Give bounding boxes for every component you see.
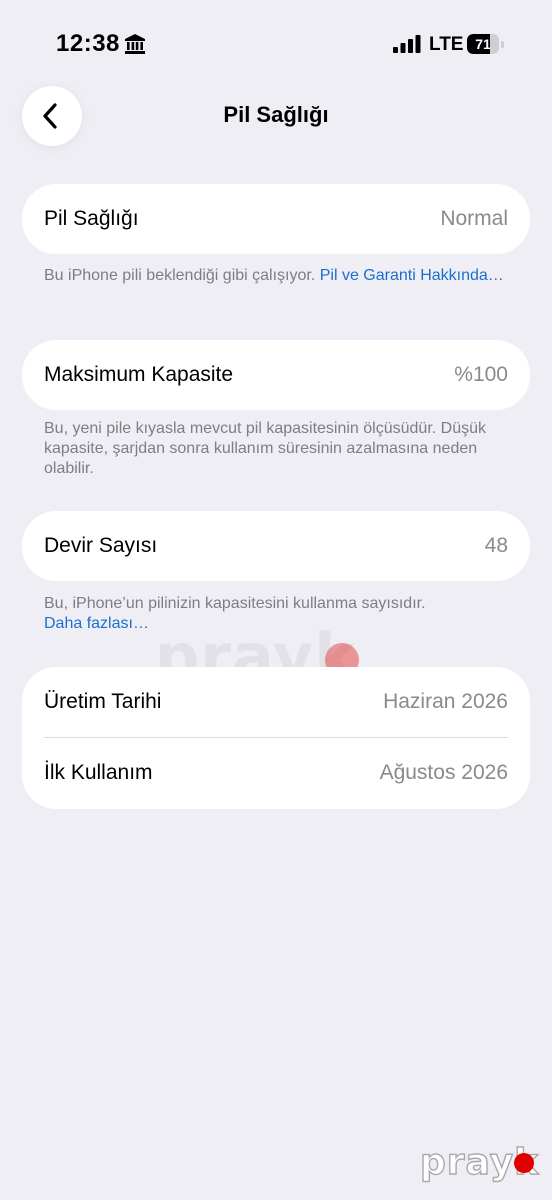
battery-health-footnote-text: Bu iPhone pili beklendiği gibi çalışıyor… (44, 267, 320, 284)
dates-card: Üretim Tarihi Haziran 2026 İlk Kullanım … (22, 667, 530, 809)
battery-health-value: Normal (440, 207, 508, 230)
battery-warranty-link[interactable]: Pil ve Garanti Hakkında… (320, 267, 504, 284)
battery-body: 71 (467, 34, 499, 54)
battery-cap (501, 41, 504, 48)
battery-health-card: Pil Sağlığı Normal (22, 184, 530, 254)
manufacture-date-value: Haziran 2026 (383, 690, 508, 713)
learn-more-link[interactable]: Daha fazlası… (44, 615, 149, 632)
max-capacity-label: Maksimum Kapasite (44, 363, 234, 386)
battery-level: 71 (475, 36, 491, 52)
status-bar: 12:38 LTE 71 (0, 0, 552, 90)
manufacture-date-label: Üretim Tarihi (44, 690, 162, 713)
first-use-value: Ağustos 2026 (379, 761, 508, 784)
max-capacity-footnote: Bu, yeni pile kıyasla mevcut pil kapasit… (44, 419, 504, 479)
battery-icon: 71 (467, 34, 505, 54)
first-use-label: İlk Kullanım (44, 761, 153, 784)
battery-health-row: Pil Sağlığı Normal (22, 184, 530, 254)
cycle-count-value: 48 (484, 534, 508, 557)
manufacture-date-row: Üretim Tarihi Haziran 2026 (22, 667, 530, 737)
first-use-row: İlk Kullanım Ağustos 2026 (22, 738, 530, 808)
max-capacity-card: Maksimum Kapasite %100 (22, 340, 530, 410)
cycle-count-row: Devir Sayısı 48 (22, 511, 530, 581)
watermark-corner-dot (514, 1153, 534, 1173)
max-capacity-footnote-text: Bu, yeni pile kıyasla mevcut pil kapasit… (44, 420, 486, 477)
battery-health-footnote: Bu iPhone pili beklendiği gibi çalışıyor… (44, 266, 504, 286)
battery-health-label: Pil Sağlığı (44, 207, 139, 230)
cycle-count-label: Devir Sayısı (44, 534, 158, 557)
status-time: 12:38 (56, 30, 120, 57)
page-title: Pil Sağlığı (223, 102, 329, 127)
max-capacity-value: %100 (454, 363, 508, 386)
max-capacity-row: Maksimum Kapasite %100 (22, 340, 530, 410)
cycle-count-footnote-text: Bu, iPhone’un pilinizin kapasitesini kul… (44, 595, 426, 612)
bank-icon (125, 34, 145, 54)
cycle-count-card: Devir Sayısı 48 (22, 511, 530, 581)
network-label: LTE (429, 34, 464, 55)
signal-icon (393, 35, 421, 53)
